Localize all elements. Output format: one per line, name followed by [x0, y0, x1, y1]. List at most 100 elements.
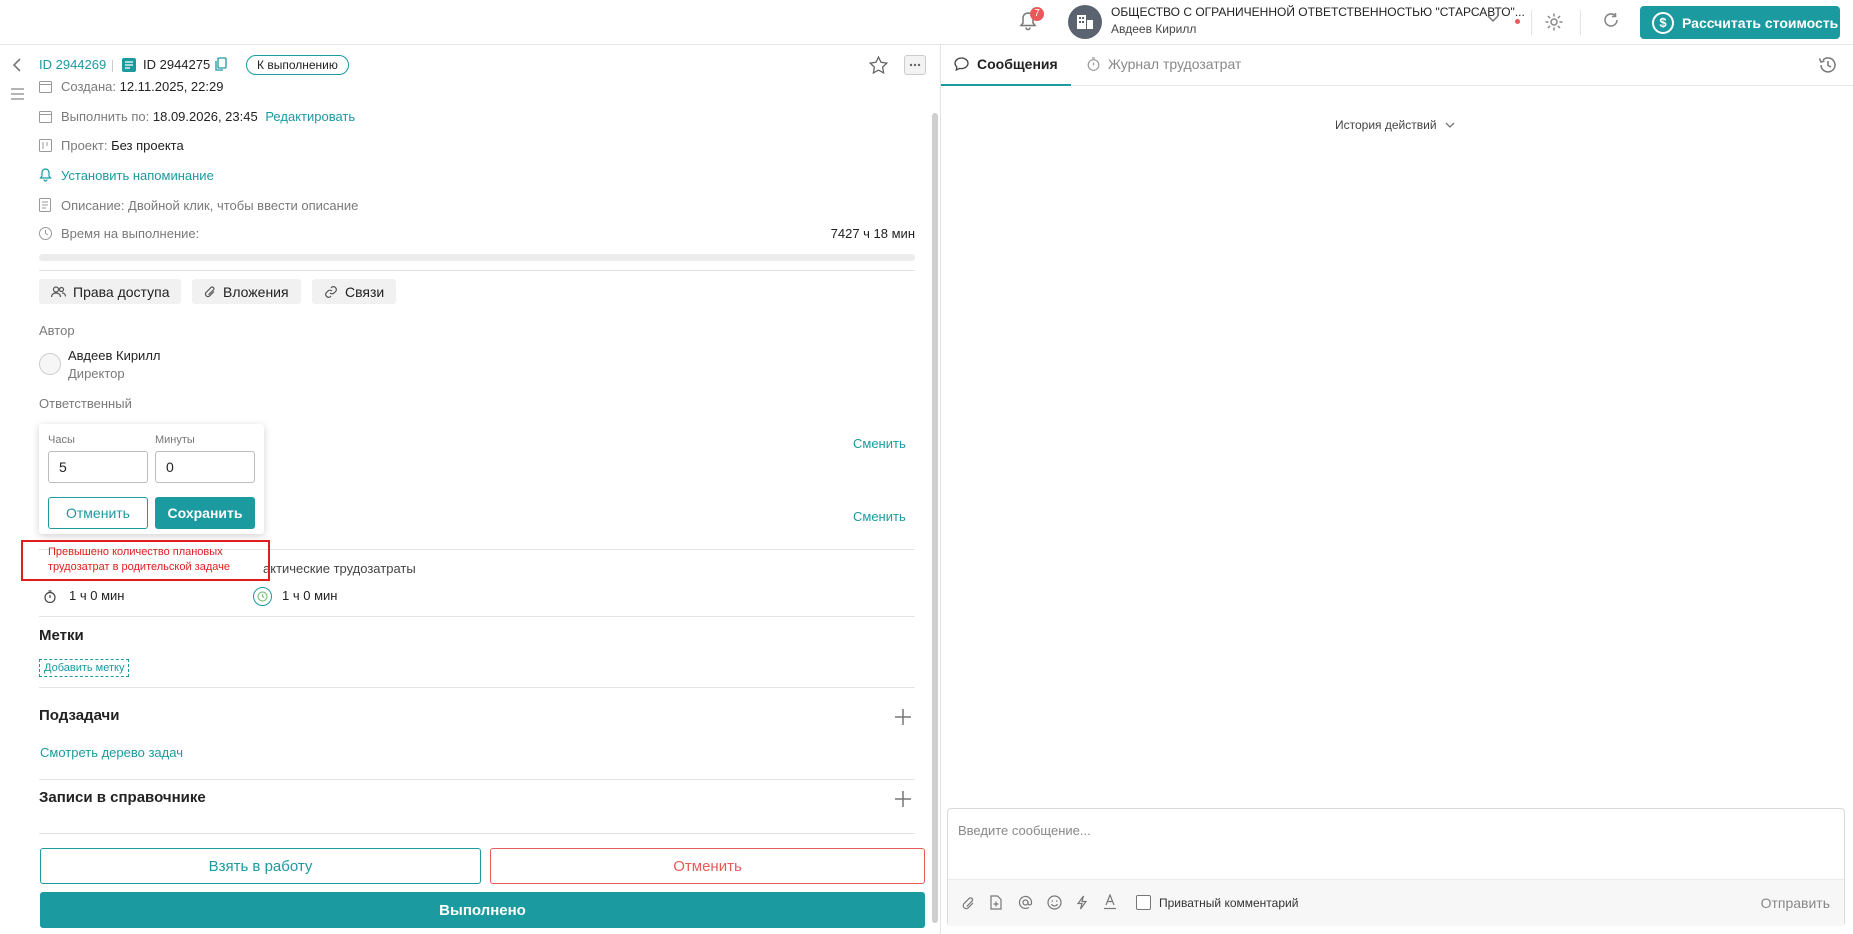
author-name[interactable]: Авдеев Кирилл	[68, 348, 161, 363]
created-value: 12.11.2025, 22:29	[119, 79, 224, 94]
notification-badge: 7	[1030, 7, 1044, 21]
private-comment-label: Приватный комментарий	[1159, 896, 1299, 910]
users-icon	[51, 285, 66, 298]
divider	[39, 779, 915, 780]
chevron-down-icon[interactable]	[1487, 15, 1499, 23]
calculate-cost-button[interactable]: $ Рассчитать стоимость	[1640, 6, 1840, 39]
back-arrow-icon[interactable]	[12, 58, 22, 72]
tab-time-journal[interactable]: Журнал трудозатрат	[1087, 56, 1241, 72]
attachments-label: Вложения	[223, 283, 289, 300]
time-label: Время на выполнение:	[61, 226, 200, 241]
org-name[interactable]: ОБЩЕСТВО С ОГРАНИЧЕННОЙ ОТВЕТСТВЕННОСТЬЮ…	[1111, 5, 1525, 19]
hours-input[interactable]: 5	[48, 451, 148, 483]
composer-toolbar: Приватный комментарий Отправить	[948, 879, 1844, 926]
dollar-icon: $	[1652, 11, 1674, 34]
org-avatar[interactable]	[1068, 5, 1102, 39]
divider	[39, 270, 915, 271]
popup-cancel-button[interactable]: Отменить	[48, 497, 148, 529]
scrollbar[interactable]	[932, 113, 938, 923]
add-label-button[interactable]: Добавить метку	[39, 659, 130, 677]
created-row: Создана: 12.11.2025, 22:29	[61, 79, 223, 94]
send-button[interactable]: Отправить	[1761, 895, 1830, 911]
done-button[interactable]: Выполнено	[40, 892, 925, 928]
mention-icon[interactable]	[1018, 895, 1033, 910]
take-to-work-button[interactable]: Взять в работу	[40, 848, 481, 884]
actual-effort-value: 1 ч 0 мин	[282, 588, 338, 603]
popup-save-button[interactable]: Сохранить	[155, 497, 255, 529]
paperclip-icon[interactable]	[961, 896, 975, 911]
directory-title: Записи в справочнике	[39, 789, 206, 806]
panel-divider	[940, 45, 941, 934]
description-field[interactable]: Описание: Двойной клик, чтобы ввести опи…	[61, 198, 358, 213]
task-tree-link[interactable]: Смотреть дерево задач	[40, 745, 183, 760]
access-rights-button[interactable]: Права доступа	[39, 279, 182, 304]
actual-effort-label: актические трудозатраты	[263, 561, 416, 576]
subtasks-title: Подзадачи	[39, 707, 120, 724]
links-button[interactable]: Связи	[312, 279, 397, 304]
text-format-icon[interactable]	[1103, 894, 1117, 910]
tab-messages-label: Сообщения	[977, 56, 1058, 72]
deadline-row: Выполнить по: 18.09.2026, 23:45 Редактир…	[61, 109, 355, 124]
set-reminder-link[interactable]: Установить напоминание	[61, 168, 214, 183]
hours-label: Часы	[48, 434, 75, 446]
responsible-label: Ответственный	[39, 396, 132, 411]
message-input[interactable]: Введите сообщение...	[958, 823, 1091, 838]
lightning-icon[interactable]	[1076, 895, 1088, 910]
time-value: 7427 ч 18 мин	[830, 226, 915, 241]
bell-icon	[39, 168, 52, 182]
stopwatch-icon	[1087, 57, 1100, 71]
paperclip-icon	[204, 285, 216, 299]
refresh-icon[interactable]	[1601, 11, 1621, 31]
status-badge[interactable]: К выполнению	[246, 55, 349, 75]
calculate-cost-label: Рассчитать стоимость	[1682, 14, 1839, 31]
menu-icon[interactable]	[11, 88, 24, 100]
separator	[112, 60, 113, 72]
minutes-label: Минуты	[155, 434, 195, 446]
emoji-icon[interactable]	[1047, 895, 1062, 910]
labels-title: Метки	[39, 627, 84, 644]
add-directory-record-icon[interactable]	[893, 789, 913, 809]
message-composer: Введите сообщение... Приватный комментар…	[947, 808, 1845, 926]
parent-task-id-link[interactable]: ID 2944269	[39, 57, 106, 72]
private-comment-checkbox[interactable]	[1136, 895, 1151, 910]
edit-deadline-link[interactable]: Редактировать	[265, 109, 355, 124]
planned-effort-value[interactable]: 1 ч 0 мин	[69, 588, 124, 603]
clock-icon	[253, 587, 272, 606]
tab-messages[interactable]: Сообщения	[954, 56, 1058, 72]
calendar-icon	[39, 80, 52, 93]
avatar[interactable]	[39, 353, 61, 375]
project-label: Проект:	[61, 138, 108, 153]
divider	[1580, 10, 1581, 35]
change-responsible-button[interactable]: Сменить	[853, 436, 906, 451]
org-user-name: Авдеев Кирилл	[1111, 22, 1197, 36]
link-icon	[324, 285, 338, 299]
calendar-icon	[39, 110, 52, 123]
add-subtask-icon[interactable]	[893, 707, 913, 727]
history-dropdown[interactable]: История действий	[1335, 118, 1455, 132]
copy-icon[interactable]	[215, 57, 227, 71]
file-add-icon[interactable]	[990, 895, 1002, 910]
star-icon[interactable]	[869, 56, 888, 74]
task-id: ID 2944275	[143, 57, 211, 72]
project-row[interactable]: Проект: Без проекта	[61, 138, 184, 153]
divider	[39, 616, 915, 617]
attachments-button[interactable]: Вложения	[192, 279, 301, 304]
minutes-input[interactable]: 0	[155, 451, 255, 483]
task-type-icon	[122, 58, 136, 72]
error-line-1: Превышено количество плановых	[48, 546, 223, 558]
chevron-down-icon	[1445, 122, 1455, 128]
divider	[39, 687, 915, 688]
more-options-icon[interactable]	[904, 55, 926, 75]
stopwatch-icon	[44, 590, 56, 603]
deadline-label: Выполнить по:	[61, 109, 150, 124]
error-line-2: трудозатрат в родительской задаче	[48, 561, 230, 573]
gear-icon[interactable]	[1544, 12, 1564, 32]
author-role: Директор	[68, 366, 125, 381]
cancel-task-button[interactable]: Отменить	[490, 848, 925, 884]
history-icon[interactable]	[1818, 56, 1838, 74]
change-button[interactable]: Сменить	[853, 509, 906, 524]
divider	[39, 833, 915, 834]
chat-icon	[954, 57, 969, 71]
author-label: Автор	[39, 323, 75, 338]
project-value: Без проекта	[111, 138, 184, 153]
